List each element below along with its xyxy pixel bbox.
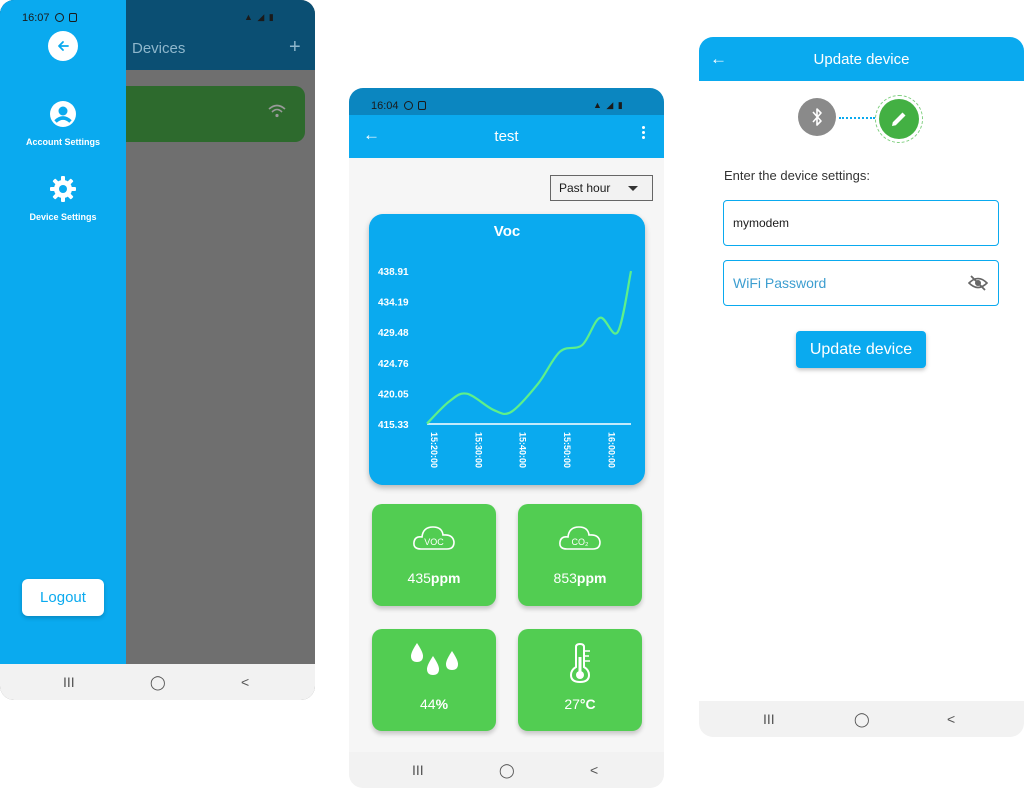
appbar-title: Devices: [132, 40, 186, 57]
status-bar: 16:07 ▲ ◢ ▮: [0, 0, 315, 27]
humidity-value: 44%: [372, 696, 496, 712]
wifi-password-field[interactable]: WiFi Password: [723, 260, 999, 306]
co2-unit: ppm: [576, 570, 607, 586]
drawer-item-account-settings[interactable]: Account Settings: [0, 100, 126, 147]
device-appbar: ← test: [349, 115, 664, 158]
status-time: 16:07: [22, 12, 50, 24]
y-tick-label: 424.76: [378, 359, 409, 370]
drawer-item-label: Device Settings: [29, 212, 97, 222]
humidity-tile[interactable]: 44%: [372, 629, 496, 731]
home-button[interactable]: ◯: [854, 711, 870, 728]
co2-icon-text: CO₂: [572, 537, 590, 547]
status-app-icon: [69, 13, 77, 22]
co2-tile[interactable]: CO₂ 853ppm: [518, 504, 642, 606]
x-tick-label: 15:20:00: [429, 432, 439, 468]
back-nav-button[interactable]: <: [947, 711, 955, 727]
co2-cloud-icon: CO₂: [559, 526, 601, 550]
co2-value: 853ppm: [518, 570, 642, 586]
step-connector: [839, 117, 875, 119]
back-nav-button[interactable]: <: [241, 674, 249, 690]
update-device-button[interactable]: Update device: [796, 331, 926, 368]
status-time: 16:04: [371, 100, 399, 112]
navigation-drawer: Account Settings Device Settings Logout: [0, 0, 126, 664]
back-nav-button[interactable]: <: [590, 762, 598, 778]
step-edit: [879, 99, 919, 139]
step-bluetooth: [798, 98, 836, 136]
y-tick-label: 434.19: [378, 298, 409, 309]
system-nav-bar: III ◯ <: [0, 664, 315, 700]
temperature-value: 27°C: [518, 696, 642, 712]
logout-button[interactable]: Logout: [22, 579, 104, 616]
recents-button[interactable]: III: [412, 762, 424, 778]
voc-line-chart: Voc 438.91 434.19 429.48 424.76 420.05 415.33 1…: [378, 223, 633, 468]
voc-icon-text: VOC: [424, 537, 444, 547]
voc-cloud-icon: VOC: [413, 526, 455, 550]
status-bar: 16:04 ▲ ◢ ▮: [349, 88, 664, 115]
humidity-number: 44: [419, 696, 436, 712]
chart-title: Voc: [494, 223, 520, 240]
update-device-appbar: ← Update device: [699, 37, 1024, 81]
status-notification-icon: [404, 101, 413, 110]
voc-unit: ppm: [430, 570, 461, 586]
phone-drawer-screen: Devices + Account Settings Device Settin…: [0, 0, 315, 700]
x-tick-label: 16:00:00: [606, 432, 616, 468]
drawer-item-label: Account Settings: [25, 137, 100, 147]
pencil-icon: [892, 112, 906, 126]
humidity-unit: %: [435, 696, 449, 712]
recents-button[interactable]: III: [63, 674, 75, 690]
humidity-drops-icon: [411, 643, 458, 675]
x-tick-label: 15:40:00: [518, 432, 528, 468]
password-placeholder: WiFi Password: [733, 275, 827, 291]
temperature-number: 27: [564, 696, 580, 712]
account-circle-icon: [50, 101, 76, 127]
voc-chart-card: Voc 438.91 434.19 429.48 424.76 420.05 415.33 1…: [369, 214, 645, 485]
system-nav-bar: III ◯ <: [699, 701, 1024, 737]
phone-device-detail-screen: 16:04 ▲ ◢ ▮ ← test Past hour Voc 438.91 43…: [349, 88, 664, 788]
visibility-off-icon[interactable]: [968, 275, 988, 291]
ssid-value: mymodem: [733, 216, 790, 230]
y-tick-label: 429.48: [378, 328, 409, 339]
status-notification-icon: [55, 13, 64, 22]
phone-update-device-screen: ← Update device Enter the device setting…: [699, 37, 1024, 737]
drawer-item-device-settings[interactable]: Device Settings: [0, 175, 126, 222]
appbar-title: Update device: [813, 51, 910, 68]
add-device-button[interactable]: +: [289, 36, 301, 59]
x-tick-label: 15:30:00: [473, 432, 483, 468]
appbar-title: test: [494, 128, 519, 145]
voc-value: 435ppm: [372, 570, 496, 586]
ssid-field[interactable]: mymodem: [723, 200, 999, 246]
drawer-back-button[interactable]: [48, 31, 78, 61]
more-options-button[interactable]: [642, 126, 645, 141]
voc-tile[interactable]: VOC 435ppm: [372, 504, 496, 606]
home-button[interactable]: ◯: [150, 674, 166, 691]
thermometer-icon: [569, 643, 591, 683]
voc-series-line: [426, 270, 633, 425]
home-button[interactable]: ◯: [499, 762, 515, 779]
x-tick-label: 15:50:00: [562, 432, 572, 468]
time-range-value: Past hour: [559, 181, 611, 195]
gear-icon: [50, 176, 76, 202]
status-app-icon: [418, 101, 426, 110]
voc-number: 435: [407, 570, 431, 586]
status-indicators: ▲ ◢ ▮: [593, 100, 624, 110]
temperature-tile[interactable]: 27°C: [518, 629, 642, 731]
wifi-icon: [268, 104, 286, 118]
status-indicators: ▲ ◢ ▮: [244, 12, 275, 22]
co2-number: 853: [553, 570, 577, 586]
y-tick-label: 420.05: [378, 389, 409, 400]
y-tick-label: 415.33: [378, 420, 409, 431]
arrow-left-icon: [58, 41, 69, 51]
temperature-unit: °C: [579, 696, 596, 712]
settings-prompt: Enter the device settings:: [724, 168, 870, 183]
bluetooth-icon: [812, 108, 822, 126]
chevron-down-icon: [628, 186, 638, 191]
system-nav-bar: III ◯ <: [349, 752, 664, 788]
y-tick-label: 438.91: [378, 267, 409, 278]
recents-button[interactable]: III: [763, 711, 775, 727]
time-range-select[interactable]: Past hour: [550, 175, 653, 201]
